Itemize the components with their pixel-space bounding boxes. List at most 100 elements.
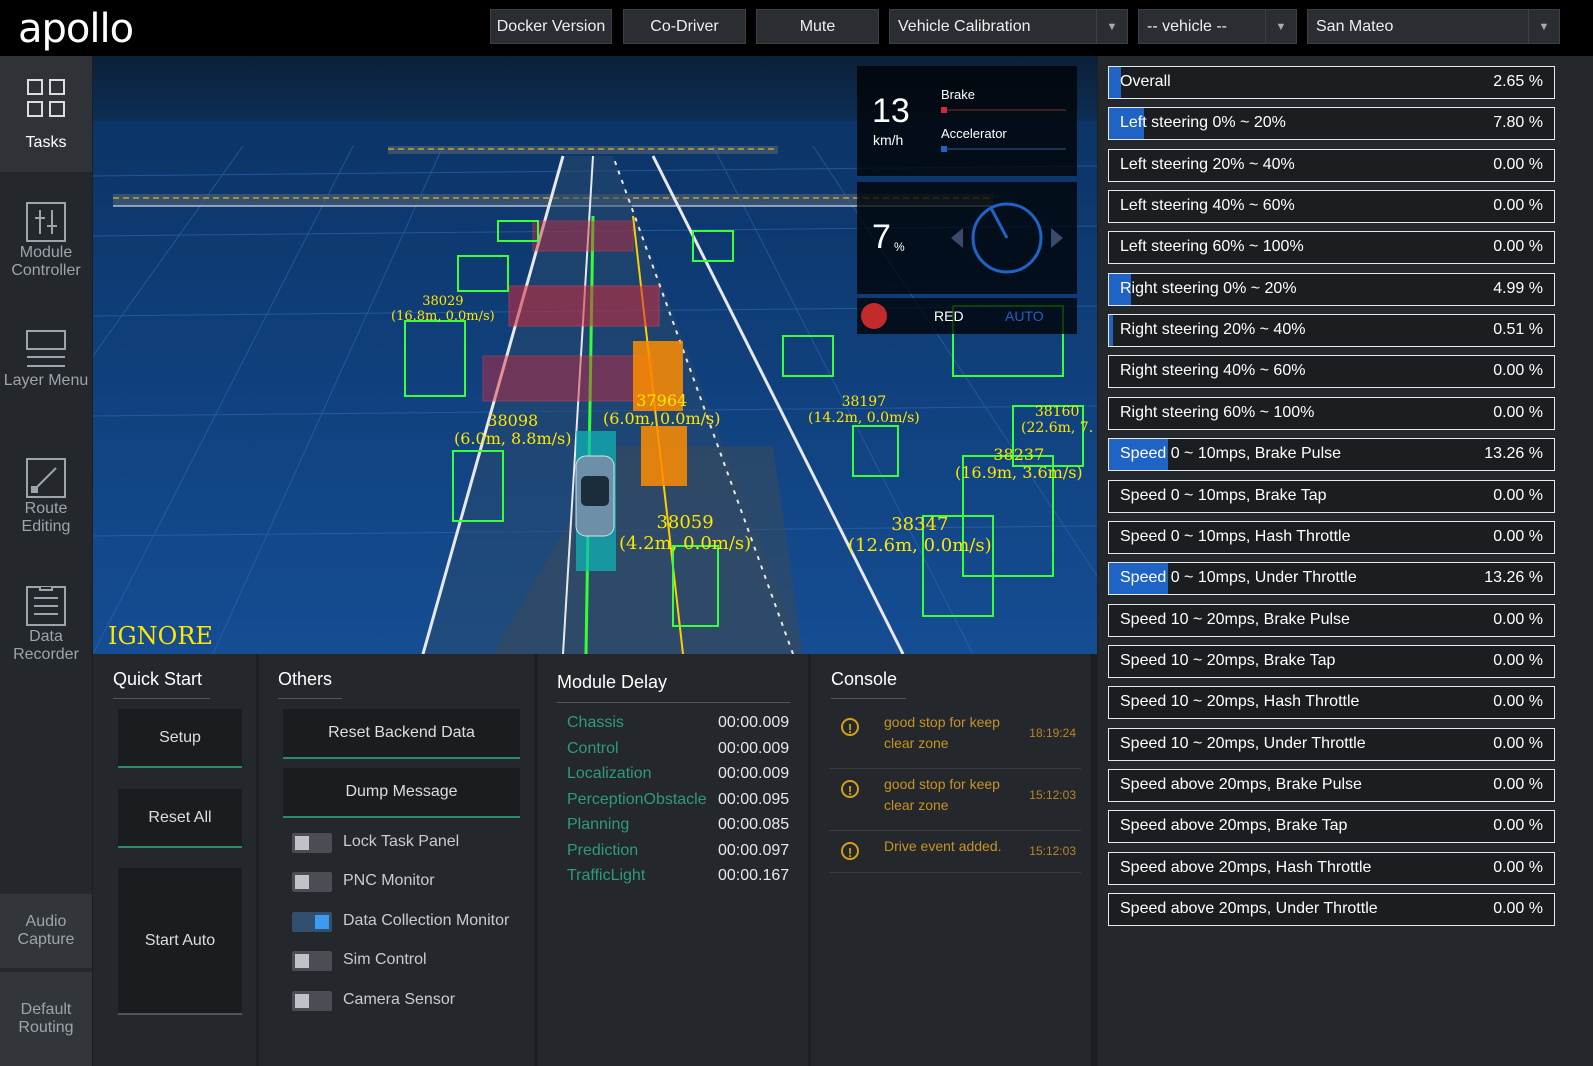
chevron-down-icon: ▼ [1096,10,1127,43]
module-name: PerceptionObstacle [567,791,707,808]
accelerator-label: Accelerator [941,126,1007,141]
console-message: ! good stop for keep clear zone 18:19:24 [829,706,1081,769]
progress-row: Speed above 20mps, Brake Tap 0.00 % [1108,810,1555,843]
reset-all-button[interactable]: Reset All [118,789,242,848]
progress-row-value: 0.00 % [1493,817,1543,834]
mode-select-value: Vehicle Calibration [898,17,1031,35]
traffic-light-status: RED [934,308,964,324]
progress-row-value: 2.65 % [1493,73,1543,90]
toggle-label: Sim Control [343,951,427,968]
data-recorder-icon [26,586,66,626]
route-editing-icon [26,458,66,498]
progress-row-label: Overall [1120,73,1171,90]
progress-row-label: Speed 10 ~ 20mps, Under Throttle [1120,735,1366,752]
obstacle-info: (6.0m, 0.0m/s) [603,409,721,428]
progress-row-label: Left steering 0% ~ 20% [1120,114,1286,131]
progress-row-value: 0.00 % [1493,900,1543,917]
docker-version-button[interactable]: Docker Version [490,9,612,44]
mute-button[interactable]: Mute [756,9,879,44]
data-collection-monitor-toggle[interactable] [292,912,332,932]
progress-row-value: 0.00 % [1493,197,1543,214]
sidebar-item-label: Data Recorder [13,628,79,663]
progress-row-value: 0.00 % [1493,404,1543,421]
progress-row: Left steering 20% ~ 40% 0.00 % [1108,149,1555,182]
obstacle-id: 38160 [1034,404,1080,420]
obstacle-info: (12.6m, 0.0m/s) [848,535,992,556]
progress-row: Speed above 20mps, Brake Pulse 0.00 % [1108,769,1555,802]
progress-row: Right steering 60% ~ 100% 0.00 % [1108,397,1555,430]
progress-row-value: 0.00 % [1493,776,1543,793]
sidebar: Tasks Module Controller Layer Menu Route… [0,56,92,1066]
module-name: Chassis [567,714,624,731]
progress-row: Speed 0 ~ 10mps, Hash Throttle 0.00 % [1108,521,1555,554]
sidebar-item-data-recorder[interactable]: Data Recorder [0,564,92,680]
progress-row: Left steering 60% ~ 100% 0.00 % [1108,231,1555,264]
setup-button[interactable]: Setup [118,709,242,768]
divider [557,702,790,703]
progress-row-label: Right steering 20% ~ 40% [1120,321,1306,338]
progress-row: Speed 10 ~ 20mps, Brake Tap 0.00 % [1108,645,1555,678]
console-message-time: 15:12:03 [1029,788,1076,802]
pnc-monitor-toggle[interactable] [292,872,332,892]
module-name: Localization [567,765,652,782]
co-driver-button[interactable]: Co-Driver [623,9,746,44]
obstacle-id: 38237 [993,445,1045,464]
dump-message-button[interactable]: Dump Message [283,768,520,818]
start-auto-button[interactable]: Start Auto [118,868,242,1015]
chevron-down-icon: ▼ [1528,10,1559,43]
sim-control-toggle[interactable] [292,951,332,971]
lock-task-panel-toggle[interactable] [292,833,332,853]
driving-mode: AUTO [1005,308,1044,324]
mode-select[interactable]: Vehicle Calibration ▼ [889,9,1128,44]
console-message-time: 15:12:03 [1029,844,1076,858]
progress-row-label: Left steering 20% ~ 40% [1120,156,1295,173]
console-message-time: 18:19:24 [1029,726,1076,740]
progress-row-label: Speed 0 ~ 10mps, Brake Tap [1120,487,1327,504]
progress-row: Speed 10 ~ 20mps, Hash Throttle 0.00 % [1108,686,1555,719]
reset-backend-data-button[interactable]: Reset Backend Data [283,709,520,759]
progress-row: Speed 10 ~ 20mps, Brake Pulse 0.00 % [1108,604,1555,637]
module-name: Control [567,740,619,757]
console-title: Console [831,669,898,689]
module-name: Prediction [567,842,639,859]
sidebar-item-tasks[interactable]: Tasks [0,56,92,172]
speed-unit: km/h [873,132,904,148]
progress-row: Overall 2.65 % [1108,66,1555,99]
map-select[interactable]: San Mateo ▼ [1307,9,1560,44]
progress-row: Speed 10 ~ 20mps, Under Throttle 0.00 % [1108,728,1555,761]
audio-capture-button[interactable]: Audio Capture [0,892,92,968]
toggle-knob [295,875,309,889]
others-title: Others [278,669,333,689]
divider [113,698,210,699]
toggle-label: Data Collection Monitor [343,912,510,929]
sidebar-item-layer-menu[interactable]: Layer Menu [0,308,92,424]
obstacle-label: 38237 (16.9m, 3.6m/s) [955,446,1083,482]
progress-row-label: Speed 0 ~ 10mps, Hash Throttle [1120,528,1351,545]
console-message-text: good stop for keep clear zone [884,776,1000,813]
progress-row: Right steering 40% ~ 60% 0.00 % [1108,355,1555,388]
progress-row-value: 0.00 % [1493,528,1543,545]
camera-sensor-toggle[interactable] [292,991,332,1011]
sidebar-item-module-controller[interactable]: Module Controller [0,180,92,296]
map-select-value: San Mateo [1316,17,1394,35]
default-routing-button[interactable]: Default Routing [0,970,92,1066]
progress-row: Speed 0 ~ 10mps, Under Throttle 13.26 % [1108,562,1555,595]
sidebar-item-label: Module Controller [11,244,81,279]
divider [831,698,906,699]
progress-row-value: 0.00 % [1493,487,1543,504]
vehicle-select[interactable]: -- vehicle -- ▼ [1138,9,1297,44]
module-delay-value: 00:00.097 [718,842,790,859]
module-delay-value: 00:00.009 [718,740,790,757]
brake-label: Brake [941,87,975,102]
progress-row-value: 7.80 % [1493,114,1543,131]
progress-row-value: 13.26 % [1484,445,1543,462]
obstacle-info: (16.9m, 3.6m/s) [955,463,1083,482]
progress-row-label: Speed above 20mps, Under Throttle [1120,900,1378,917]
warning-icon: ! [841,780,859,798]
progress-bar-fill [1109,315,1113,346]
progress-row-value: 0.00 % [1493,238,1543,255]
toggle-knob [315,915,329,929]
sidebar-item-route-editing[interactable]: Route Editing [0,436,92,552]
traffic-light-icon [861,303,887,329]
module-name: Planning [567,816,630,833]
